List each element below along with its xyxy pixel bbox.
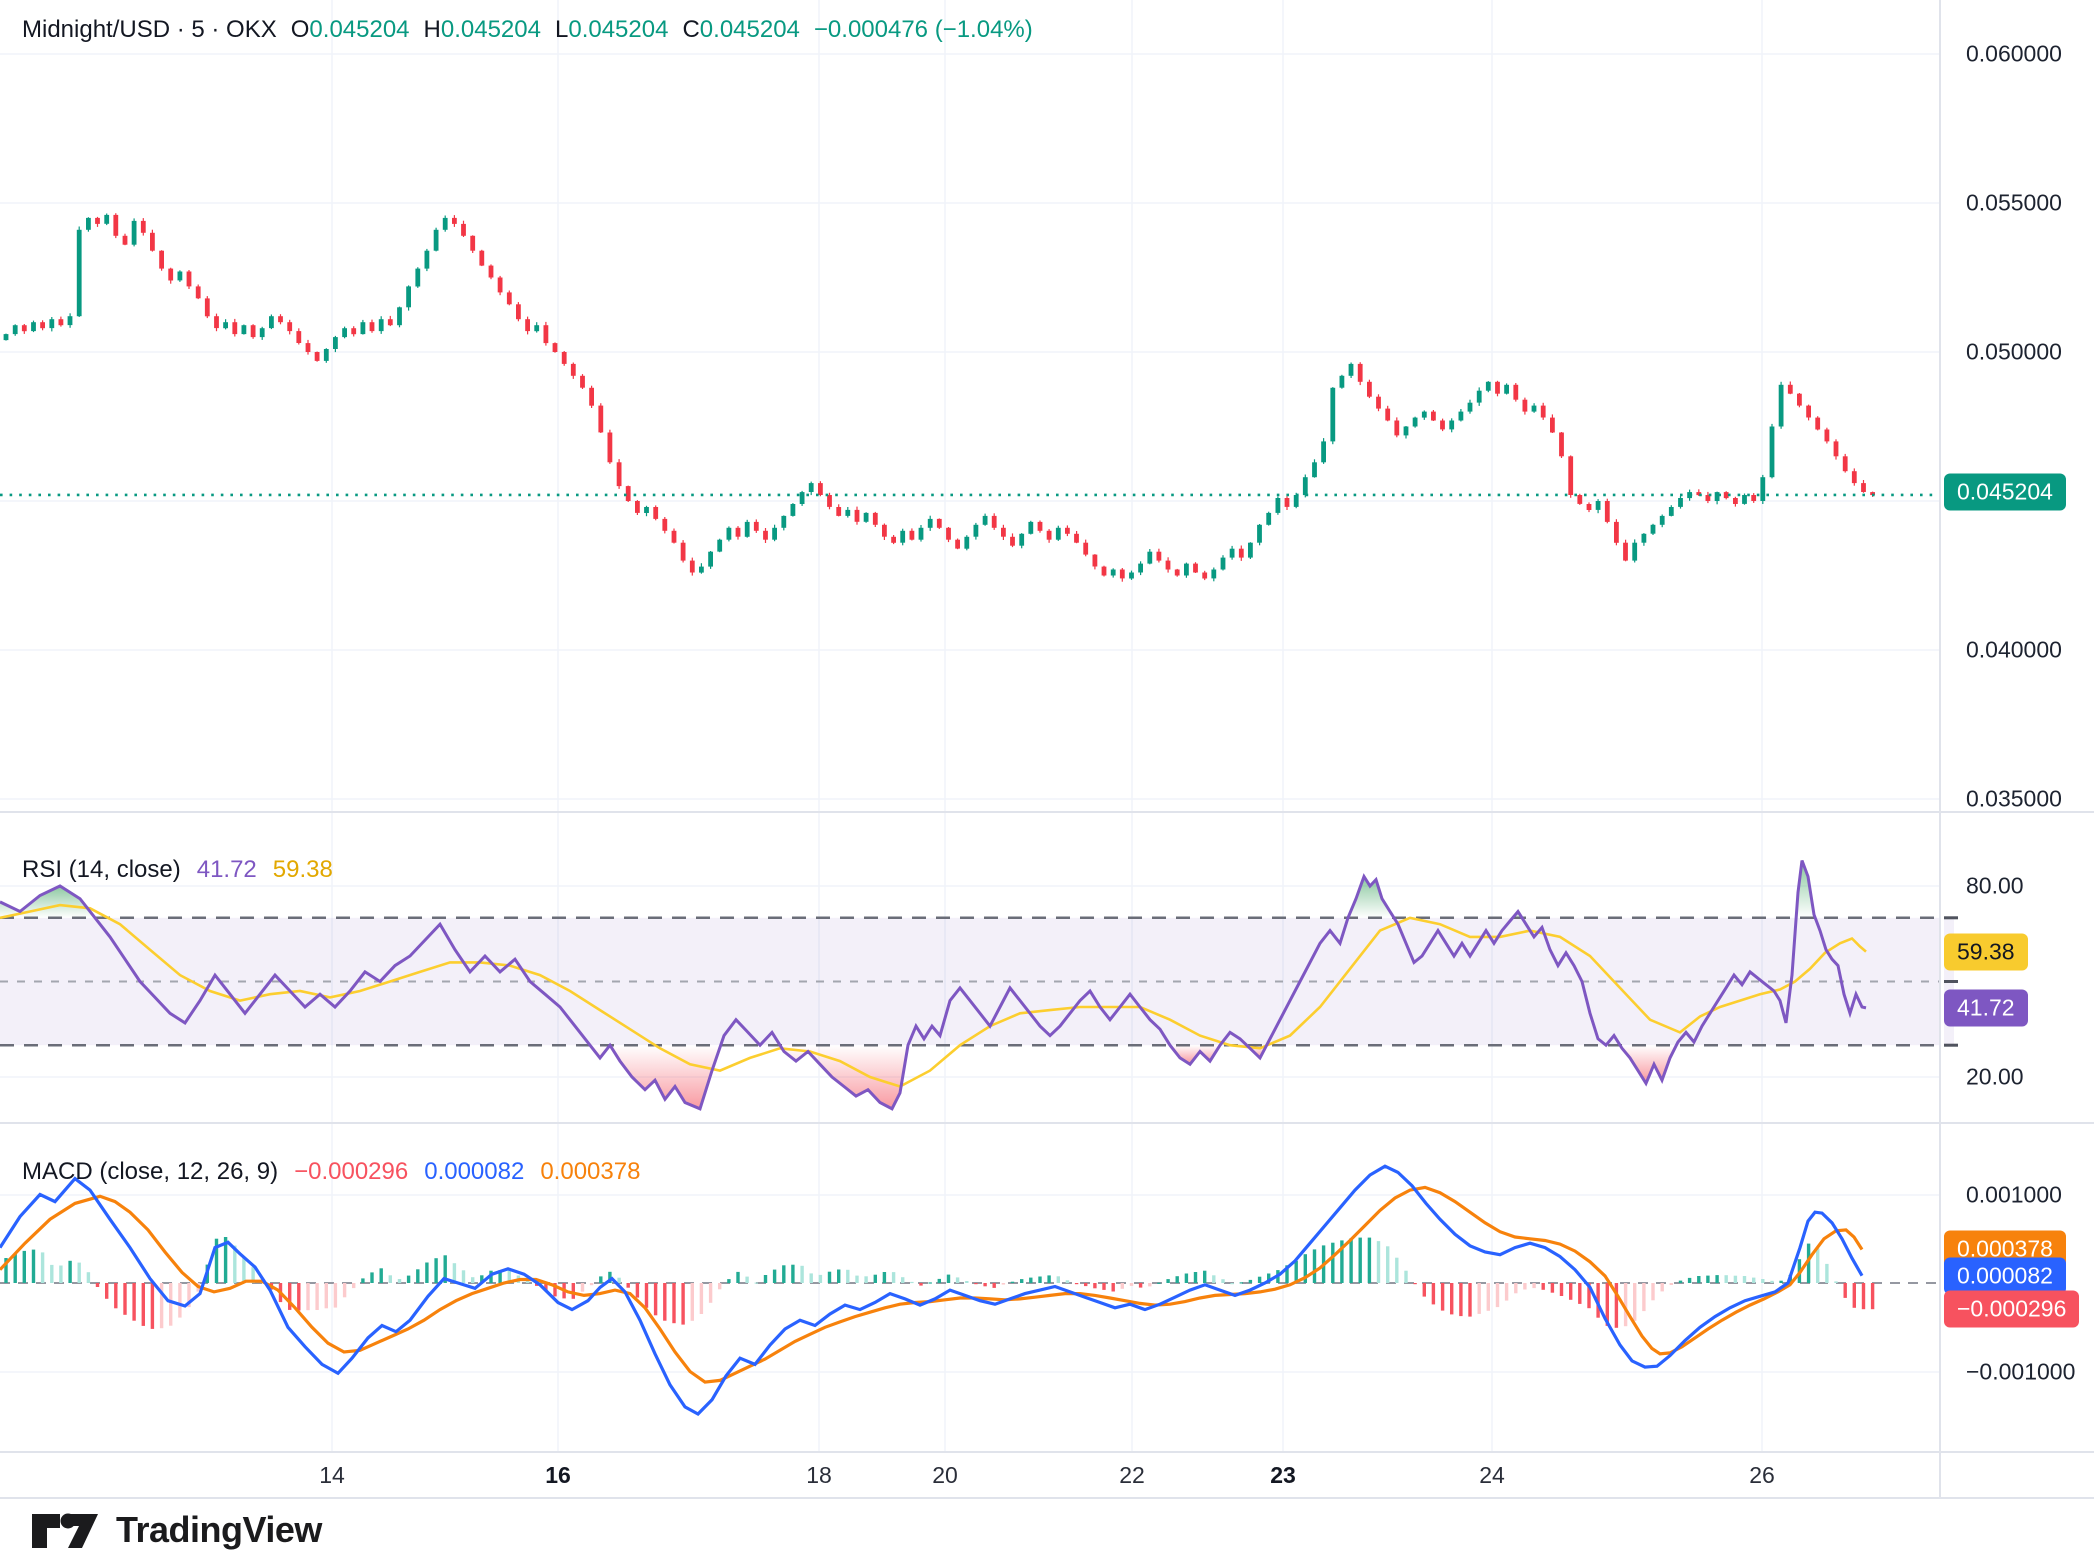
macd-axis-label: −0.001000 xyxy=(1966,1359,2075,1386)
ohlc-low: L0.045204 xyxy=(555,16,668,44)
macd-value-badge: −0.000296 xyxy=(1944,1291,2079,1328)
rsi-indicator-title[interactable]: RSI (14, close) xyxy=(22,856,181,884)
time-tick-20: 20 xyxy=(932,1462,958,1489)
macd-value-badge: 0.000082 xyxy=(1944,1258,2066,1295)
ohlc-open: O0.045204 xyxy=(291,16,410,44)
time-tick-23: 23 xyxy=(1270,1462,1296,1489)
rsi-value-badge: 41.72 xyxy=(1944,990,2028,1027)
time-tick-18: 18 xyxy=(806,1462,832,1489)
macd-hist-value: −0.000296 xyxy=(294,1158,408,1186)
chart-header: Midnight/USD · 5 · OKX O0.045204 H0.0452… xyxy=(22,16,1033,44)
macd-signal-value: 0.000378 xyxy=(540,1158,640,1186)
rsi-axis-label: 20.00 xyxy=(1966,1064,2024,1091)
price-axis-label: 0.050000 xyxy=(1966,339,2062,366)
macd-axis-label: 0.001000 xyxy=(1966,1182,2062,1209)
time-tick-14: 14 xyxy=(319,1462,345,1489)
symbol-title[interactable]: Midnight/USD · 5 · OKX xyxy=(22,16,277,44)
macd-pane-header: MACD (close, 12, 26, 9) −0.000296 0.0000… xyxy=(22,1158,640,1186)
last-price-badge: 0.045204 xyxy=(1944,474,2066,511)
price-axis-label: 0.035000 xyxy=(1966,786,2062,813)
rsi-pane-header: RSI (14, close) 41.72 59.38 xyxy=(22,856,333,884)
price-axis-label: 0.040000 xyxy=(1966,637,2062,664)
tradingview-mark-icon xyxy=(30,1508,102,1552)
rsi-axis-label: 80.00 xyxy=(1966,873,2024,900)
ohlc-close: C0.045204 xyxy=(682,16,799,44)
tradingview-wordmark: TradingView xyxy=(116,1509,322,1551)
macd-indicator-title[interactable]: MACD (close, 12, 26, 9) xyxy=(22,1158,278,1186)
rsi-value-badge: 59.38 xyxy=(1944,934,2028,971)
time-tick-26: 26 xyxy=(1749,1462,1775,1489)
time-tick-16: 16 xyxy=(545,1462,571,1489)
time-tick-22: 22 xyxy=(1119,1462,1145,1489)
chart-canvas[interactable] xyxy=(0,0,2094,1560)
rsi-current-value: 41.72 xyxy=(197,856,257,884)
time-tick-24: 24 xyxy=(1479,1462,1505,1489)
chart-window: Midnight/USD · 5 · OKX O0.045204 H0.0452… xyxy=(0,0,2094,1560)
price-axis-label: 0.055000 xyxy=(1966,190,2062,217)
price-change: −0.000476 (−1.04%) xyxy=(814,16,1033,44)
rsi-ma-value: 59.38 xyxy=(273,856,333,884)
ohlc-high: H0.045204 xyxy=(424,16,541,44)
macd-line-value: 0.000082 xyxy=(424,1158,524,1186)
price-axis-label: 0.060000 xyxy=(1966,41,2062,68)
tradingview-logo[interactable]: TradingView xyxy=(30,1508,322,1552)
